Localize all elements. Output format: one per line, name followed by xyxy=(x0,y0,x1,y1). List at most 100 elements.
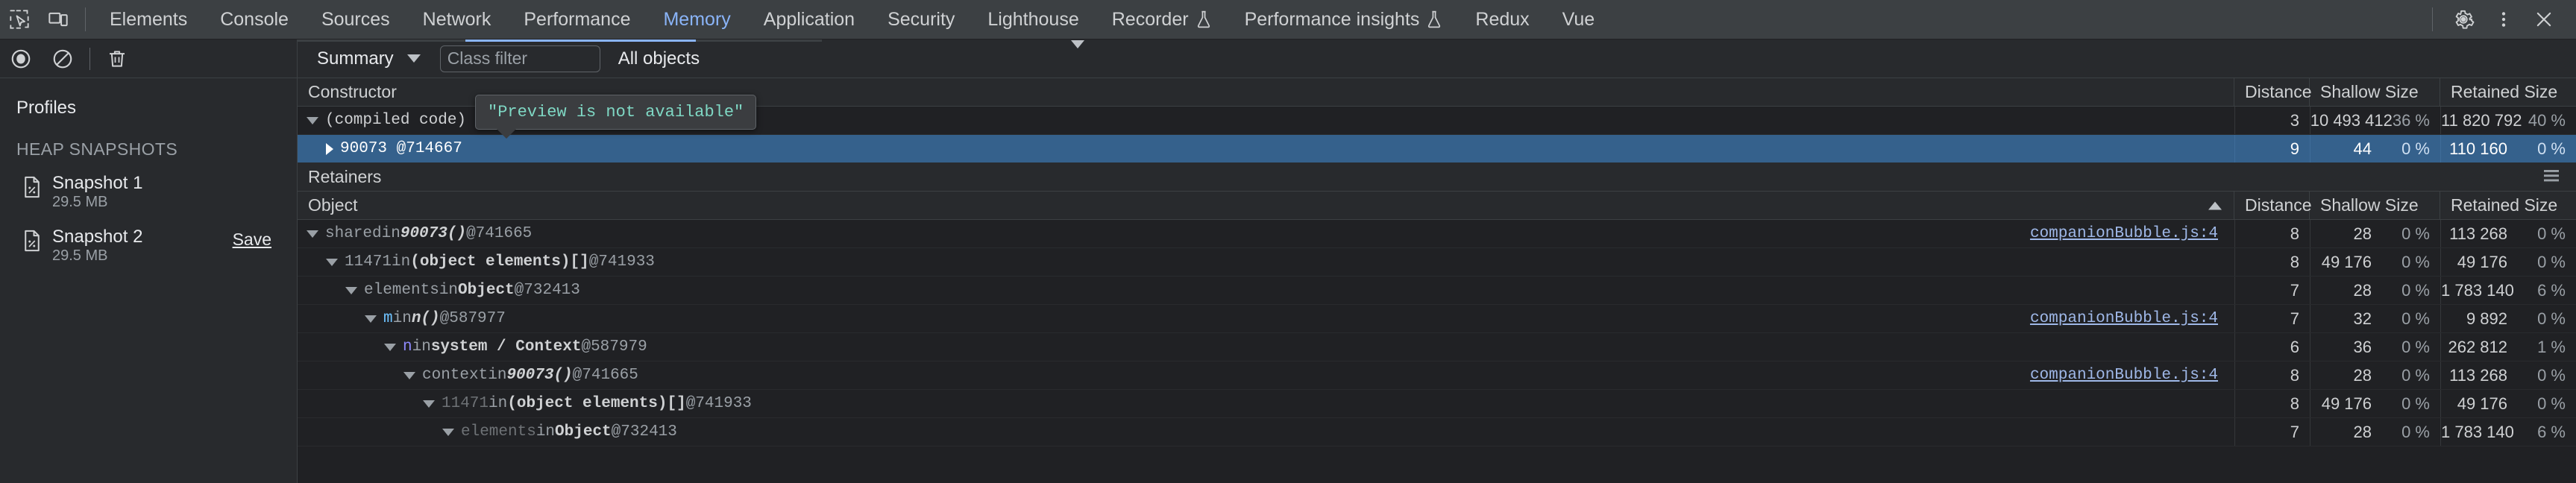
source-link[interactable]: companionBubble.js:4 xyxy=(2030,310,2218,327)
sidebar-section-heap-snapshots: HEAP SNAPSHOTS xyxy=(16,139,178,159)
table-row[interactable]: 11471 in (object elements)[] @741933 8 49 … xyxy=(298,390,2576,418)
device-toolbar-icon[interactable] xyxy=(39,0,78,40)
retained-value: 11 820 792 xyxy=(2441,110,2522,130)
inspect-element-icon[interactable] xyxy=(0,0,39,40)
tab-performance-insights[interactable]: Performance insights xyxy=(1228,0,1460,40)
tab-elements[interactable]: Elements xyxy=(93,0,204,40)
sidebar-item-snapshot-1[interactable]: Snapshot 1 29.5 MB xyxy=(0,165,297,219)
twisty-open-icon[interactable] xyxy=(384,343,396,351)
column-header-distance[interactable]: Distance xyxy=(2234,78,2312,106)
retained-size-cell: 49 176 0 % xyxy=(2440,248,2576,276)
devtools-tabbar: Elements Console Sources Network Perform… xyxy=(0,0,2576,40)
tab-network[interactable]: Network xyxy=(406,0,508,40)
tab-performance[interactable]: Performance xyxy=(507,0,647,40)
column-header-shallow-size[interactable]: Shallow Size xyxy=(2310,78,2440,106)
distance-cell: 7 xyxy=(2234,277,2310,304)
sidebar-item-snapshot-2[interactable]: Snapshot 2 29.5 MB Save xyxy=(0,219,297,273)
snapshot-size: 29.5 MB xyxy=(52,247,108,265)
retained-size-cell-value: 9 892 xyxy=(2466,309,2507,328)
column-header-shallow-size[interactable]: Shallow Size xyxy=(2310,192,2440,219)
gear-icon[interactable] xyxy=(2443,0,2484,40)
record-heap-snapshot-icon[interactable] xyxy=(0,40,42,78)
retainer-property: elements xyxy=(461,423,536,441)
retained-size-cell-value: 113 268 xyxy=(2449,224,2507,243)
table-row[interactable]: context in 90073() @741665 companionBubbl… xyxy=(298,362,2576,390)
column-label: Distance xyxy=(2245,82,2312,101)
tab-application[interactable]: Application xyxy=(747,0,871,40)
constructor-label: 90073 @714667 xyxy=(340,140,462,157)
more-vertical-icon[interactable] xyxy=(2484,0,2524,40)
shallow-percent: 36 % xyxy=(2392,110,2430,130)
close-icon[interactable] xyxy=(2524,0,2564,40)
memory-body: Profiles HEAP SNAPSHOTS Snapshot 1 29.5 … xyxy=(0,78,2576,483)
column-header-retained-size[interactable]: Retained Size xyxy=(2440,192,2576,219)
retainer-object-id: @732413 xyxy=(514,282,580,299)
column-header-distance[interactable]: Distance xyxy=(2234,192,2311,219)
twisty-open-icon[interactable] xyxy=(423,400,435,408)
shallow-size-cell: 28 0 % xyxy=(2310,277,2440,304)
shallow-size-cell-value: 49 176 xyxy=(2321,252,2372,271)
tab-memory[interactable]: Memory xyxy=(647,0,747,40)
tab-console[interactable]: Console xyxy=(204,0,305,40)
table-row[interactable]: shared in 90073() @741665 companionBubble… xyxy=(298,220,2576,248)
distance-cell: 8 xyxy=(2234,248,2310,276)
trash-icon[interactable] xyxy=(96,40,138,78)
view-select[interactable]: Summary xyxy=(308,44,428,74)
table-row[interactable]: n in system / Context @587979 6 36 0 % 262 8… xyxy=(298,333,2576,362)
hamburger-menu-icon[interactable] xyxy=(2542,167,2561,187)
memory-toolbar: Summary All objects xyxy=(0,40,2576,78)
experiment-flask-icon xyxy=(1426,10,1442,29)
retained-percent: 0 % xyxy=(2537,139,2566,158)
memory-panes: Constructor Distance Shallow Size Retain… xyxy=(298,78,2576,483)
retainer-property: n xyxy=(403,338,412,356)
retainer-in-keyword: in xyxy=(392,253,411,271)
column-label: Shallow Size xyxy=(2320,195,2419,215)
heap-snapshot-file-icon xyxy=(22,230,42,256)
column-header-retained-size[interactable]: Retained Size xyxy=(2440,78,2576,106)
retainer-in-keyword: in xyxy=(535,423,556,441)
source-link[interactable]: companionBubble.js:4 xyxy=(2030,367,2218,384)
shallow-percent: 0 % xyxy=(2401,252,2430,271)
retainer-in-keyword: in xyxy=(488,367,507,384)
table-row[interactable]: elements in Object @732413 7 28 0 % 1 783 14… xyxy=(298,418,2576,446)
tab-lighthouse[interactable]: Lighthouse xyxy=(971,0,1095,40)
tab-recorder[interactable]: Recorder xyxy=(1096,0,1228,40)
twisty-closed-icon[interactable] xyxy=(326,142,333,155)
table-row[interactable]: m in n() @587977 companionBubble.js:4 7 32 0… xyxy=(298,305,2576,333)
tab-label: Lighthouse xyxy=(987,8,1079,30)
retained-size-cell: 1 783 140 6 % xyxy=(2440,418,2576,446)
table-row[interactable]: elements in Object @732413 7 28 0 % 1 783 14… xyxy=(298,277,2576,305)
twisty-open-icon[interactable] xyxy=(307,230,318,238)
shallow-percent: 0 % xyxy=(2401,394,2430,413)
twisty-open-icon[interactable] xyxy=(403,371,415,379)
tab-redux[interactable]: Redux xyxy=(1459,0,1545,40)
twisty-open-icon[interactable] xyxy=(345,286,357,294)
retainer-property: 11471 xyxy=(345,253,392,271)
toolbar-divider xyxy=(89,47,90,70)
retainer-property: shared xyxy=(325,225,382,242)
retained-size-cell-value: 49 176 xyxy=(2457,394,2507,413)
tab-label: Network xyxy=(422,8,491,30)
retainer-holder: (object elements)[] xyxy=(410,253,589,271)
save-snapshot-link[interactable]: Save xyxy=(233,230,280,250)
panel-tabs: Elements Console Sources Network Perform… xyxy=(93,0,1611,40)
snapshot-name: Snapshot 1 xyxy=(52,173,143,193)
clear-icon[interactable] xyxy=(42,40,84,78)
source-link[interactable]: companionBubble.js:4 xyxy=(2030,225,2218,242)
table-row[interactable]: 90073 @714667 9 44 0 % 110 160 0 % xyxy=(298,135,2576,163)
twisty-open-icon[interactable] xyxy=(326,258,338,266)
column-header-object[interactable]: Object xyxy=(298,192,2234,219)
retainer-object-id: @741933 xyxy=(588,253,655,271)
tab-vue[interactable]: Vue xyxy=(1546,0,1612,40)
distance-cell-value: 8 xyxy=(2290,252,2299,271)
twisty-open-icon[interactable] xyxy=(307,116,318,124)
shallow-size-cell-value: 28 xyxy=(2353,365,2372,385)
objects-select[interactable]: All objects xyxy=(618,40,2576,69)
distance-cell-value: 6 xyxy=(2290,337,2299,356)
class-filter-input[interactable] xyxy=(439,45,600,72)
table-row[interactable]: 11471 in (object elements)[] @741933 8 49 … xyxy=(298,248,2576,277)
tab-security[interactable]: Security xyxy=(871,0,971,40)
tab-sources[interactable]: Sources xyxy=(305,0,406,40)
twisty-open-icon[interactable] xyxy=(365,315,377,323)
twisty-open-icon[interactable] xyxy=(442,428,454,436)
